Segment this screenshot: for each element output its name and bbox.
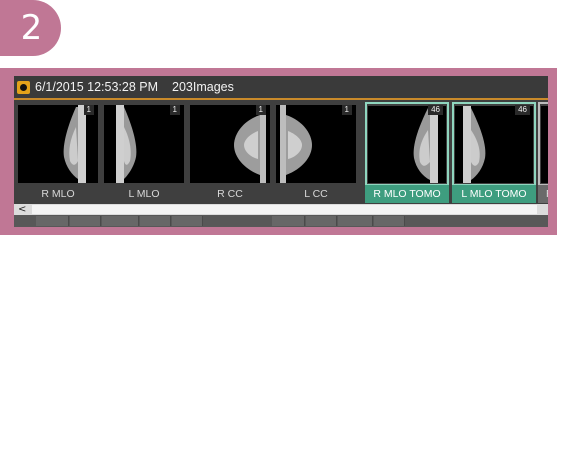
toolbar-button[interactable] xyxy=(272,216,305,226)
toolbar-button[interactable] xyxy=(172,216,203,226)
thumbnail-image-count: 1 xyxy=(341,105,352,115)
thumbnail-l-mlo-tomo[interactable]: 46 L MLO TOMO xyxy=(452,102,536,204)
study-image-count: 203Images xyxy=(172,80,234,94)
thumbnail-label: L MLO xyxy=(128,188,160,200)
toolbar-button[interactable] xyxy=(36,216,69,226)
thumbnail-label: R C xyxy=(538,185,548,203)
step-number-badge: 2 xyxy=(0,0,61,56)
scroll-left-arrow-icon[interactable]: < xyxy=(18,204,30,215)
thumbnail-label: L CC xyxy=(304,188,328,200)
mammogram-image xyxy=(368,106,446,183)
horizontal-scrollbar[interactable]: < xyxy=(14,204,548,215)
thumbnail-label: R MLO xyxy=(41,188,75,200)
toolbar-button[interactable] xyxy=(102,216,139,226)
thumbnail-image-count: 46 xyxy=(428,105,443,115)
thumbnail-r-mlo-tomo[interactable]: 46 R MLO TOMO xyxy=(365,102,449,204)
thumbnail-image-count: 1 xyxy=(169,105,180,115)
scrollbar-thumb[interactable] xyxy=(32,205,537,214)
thumbnail-label: R CC xyxy=(217,188,243,200)
thumbnail-r-cc-tomo-partial[interactable]: R C xyxy=(538,102,548,204)
thumbnail-l-cc[interactable]: 1 L CC xyxy=(274,102,358,204)
thumbnail-image-count: 1 xyxy=(255,105,266,115)
thumbnail-image-count: 46 xyxy=(515,105,530,115)
study-status-icon xyxy=(17,80,30,94)
toolbar-button[interactable] xyxy=(338,216,373,226)
thumbnail-r-mlo[interactable]: 1 R MLO xyxy=(16,102,100,204)
thumbnail-r-cc[interactable]: 1 R CC xyxy=(188,102,272,204)
bottom-toolbar xyxy=(14,215,548,227)
mammogram-image xyxy=(18,105,98,183)
study-panel: 6/1/2015 12:53:28 PM 203Images 1 R MLO 1… xyxy=(14,76,548,227)
mammogram-image xyxy=(541,106,548,183)
thumbnail-l-mlo[interactable]: 1 L MLO xyxy=(102,102,186,204)
mammogram-image xyxy=(276,105,356,183)
mammogram-image xyxy=(190,105,270,183)
toolbar-button[interactable] xyxy=(140,216,171,226)
toolbar-button[interactable] xyxy=(70,216,101,226)
study-datetime: 6/1/2015 12:53:28 PM xyxy=(35,80,159,94)
thumbnail-strip: 1 R MLO 1 L MLO 1 R CC 1 L CC 46 R MLO T… xyxy=(14,102,548,204)
study-header[interactable]: 6/1/2015 12:53:28 PM 203Images xyxy=(14,76,548,100)
thumbnail-label: L MLO TOMO xyxy=(452,185,536,203)
thumbnail-image-count: 1 xyxy=(83,105,94,115)
thumbnail-label: R MLO TOMO xyxy=(365,185,449,203)
mammogram-image xyxy=(104,105,184,183)
mammogram-image xyxy=(455,106,533,183)
toolbar-button[interactable] xyxy=(306,216,337,226)
toolbar-button[interactable] xyxy=(374,216,405,226)
